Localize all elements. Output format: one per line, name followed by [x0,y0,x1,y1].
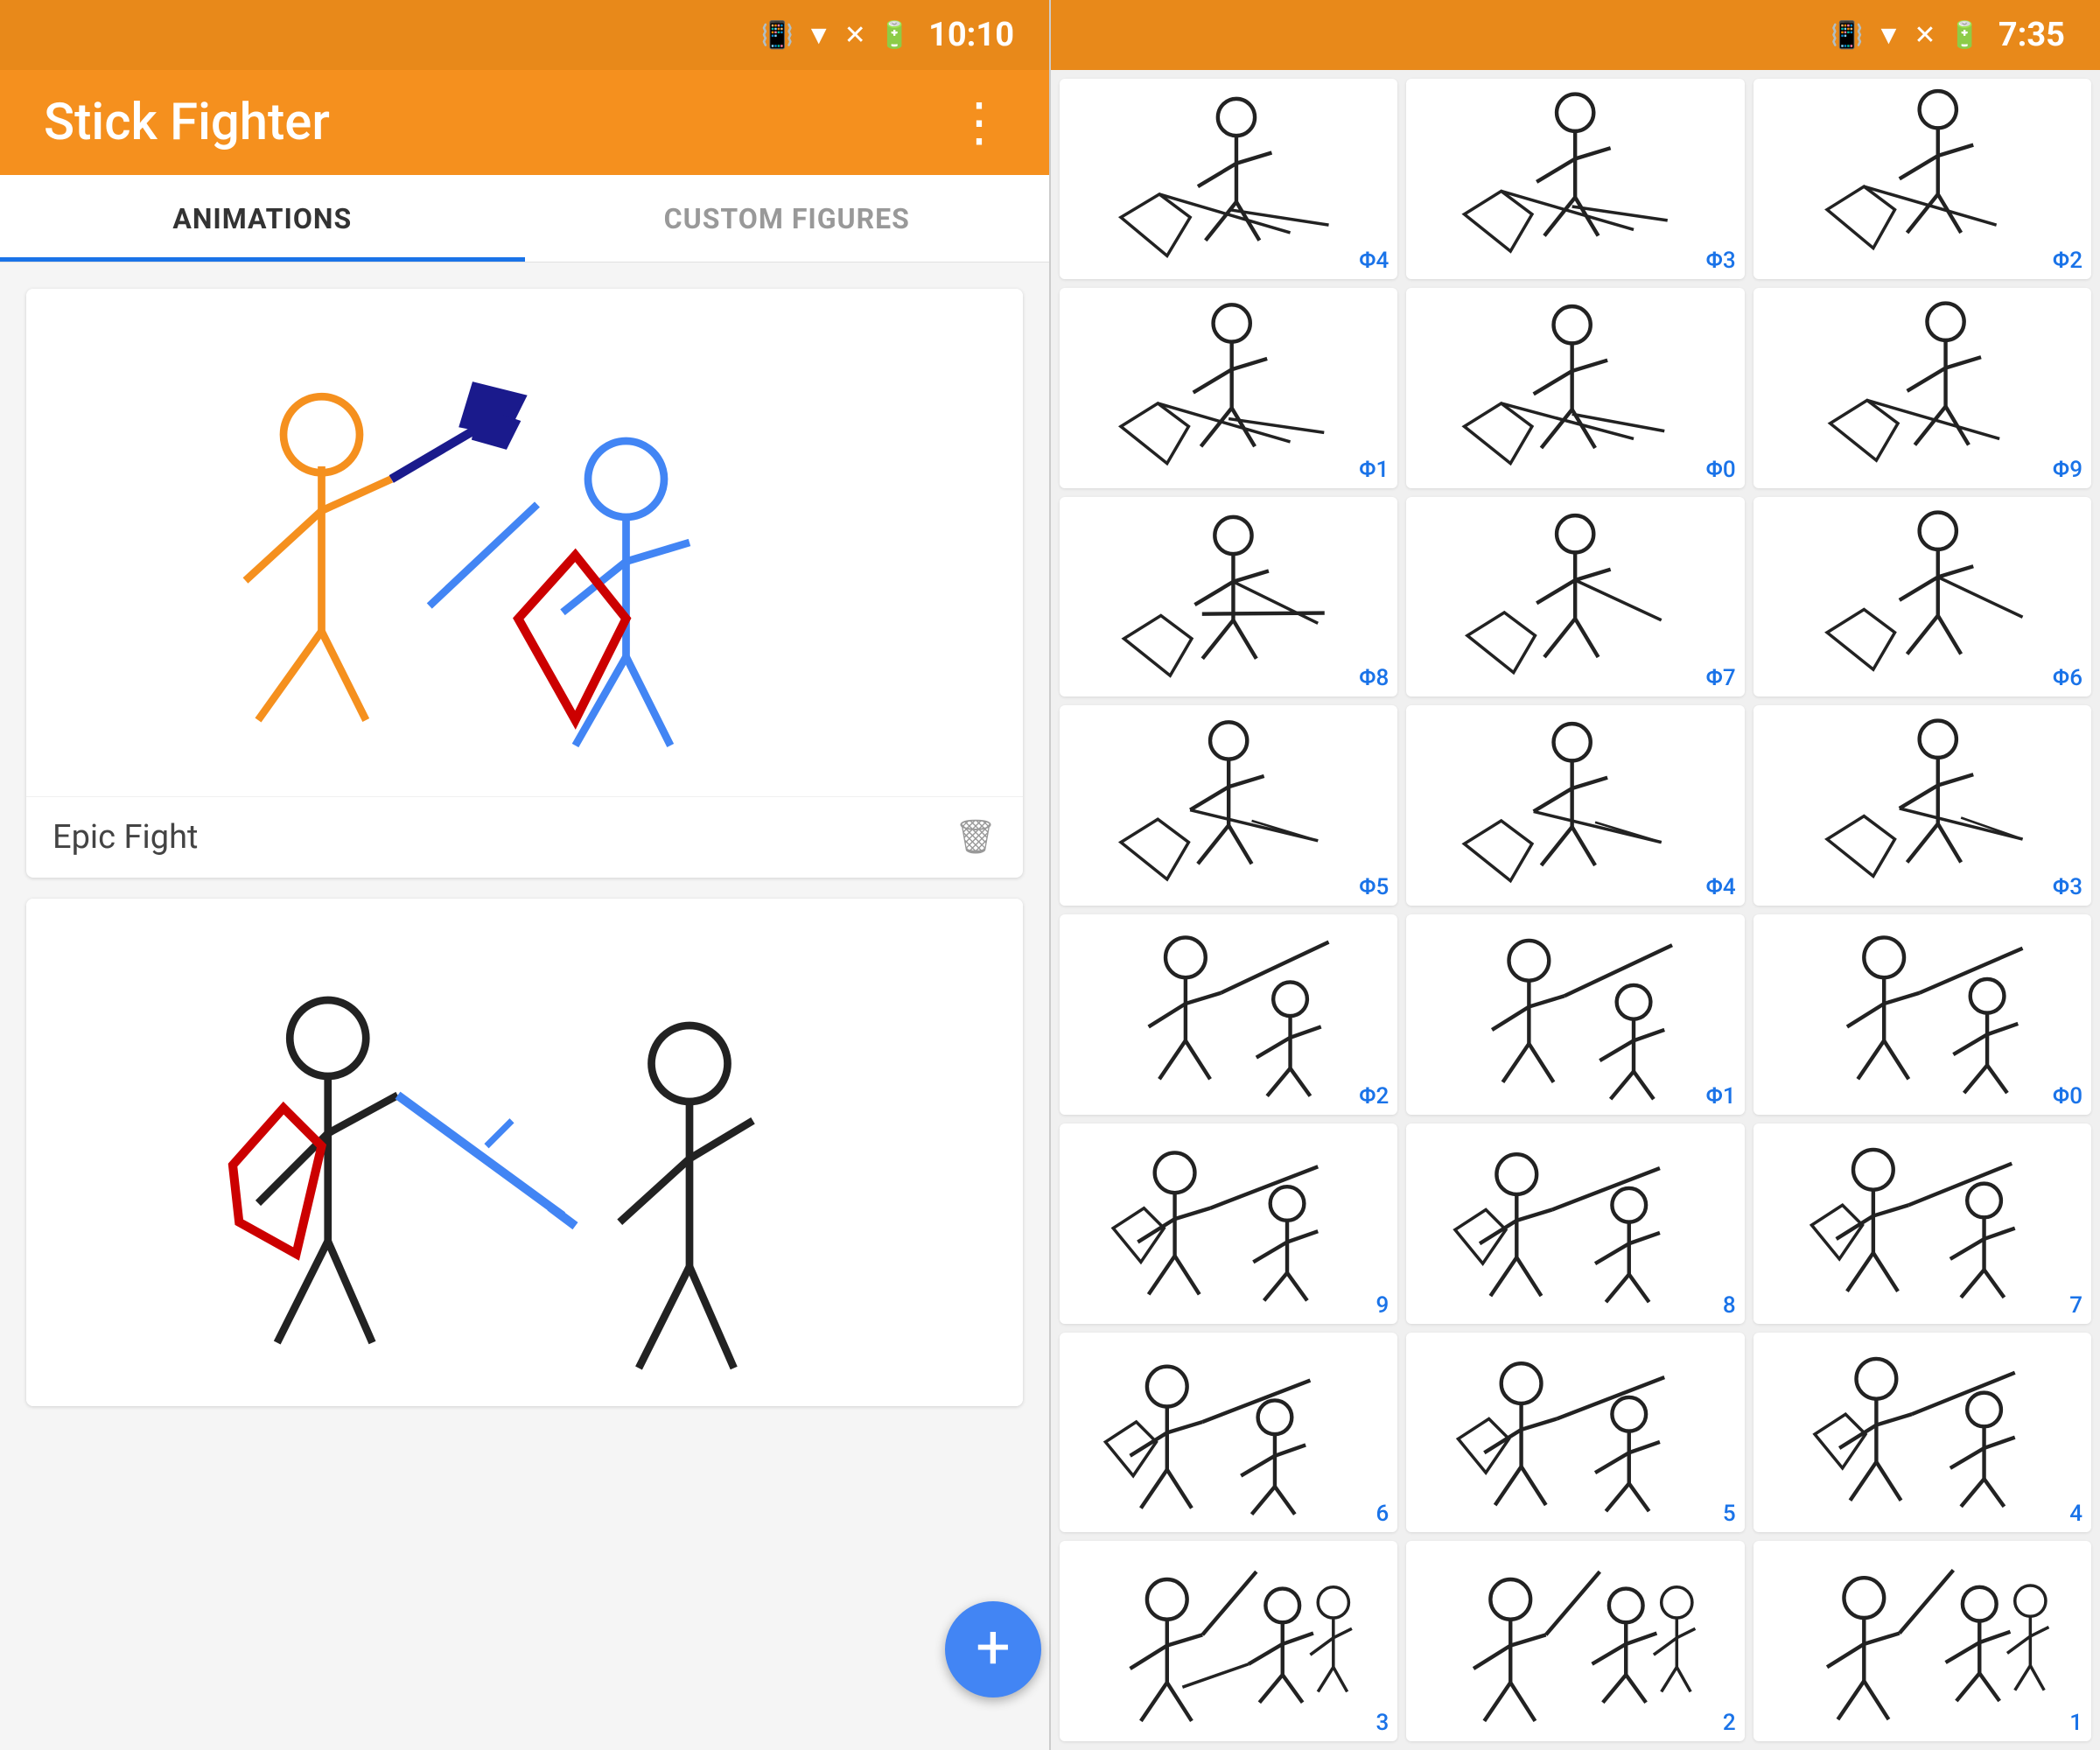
frame-5[interactable]: 5 [1406,1333,1744,1533]
frame-number-15: Φ5 [1359,874,1389,900]
frame-19[interactable]: Φ9 [1754,288,2091,488]
battery-icon: 🔋 [878,20,911,51]
left-panel: 📳 ▼ ✕ 🔋 10:10 Stick Fighter ⋮ ANIMATIONS… [0,0,1049,1750]
wifi-icon: ▼ [806,20,832,51]
menu-button[interactable]: ⋮ [953,96,1005,149]
animation-preview-1 [26,289,1023,796]
left-time: 10:10 [928,16,1014,54]
left-toolbar: Stick Fighter ⋮ [0,70,1049,175]
right-vibrate-icon: 📳 [1830,20,1863,51]
frame-number-8: 8 [1723,1292,1736,1319]
right-wifi-icon: ▼ [1876,20,1902,51]
animation-card-epic-fight[interactable]: Epic Fight 🗑 [26,289,1023,878]
frame-21[interactable]: Φ1 [1060,288,1397,488]
right-panel: 📳 ▼ ✕ 🔋 7:35 Φ4 [1051,0,2100,1750]
frame-number-9: 9 [1376,1292,1390,1319]
frame-number-3: 3 [1376,1710,1390,1736]
sword-fight-svg [26,899,1023,1406]
tab-animations[interactable]: ANIMATIONS [0,175,525,262]
animations-list: Epic Fight 🗑 [0,262,1049,1750]
frame-number-6: 6 [1376,1501,1390,1527]
frame-3[interactable]: 3 [1060,1541,1397,1741]
frame-2[interactable]: 2 [1406,1541,1744,1741]
right-time: 7:35 [1998,16,2065,54]
vibrate-icon: 📳 [761,20,794,51]
frame-15[interactable]: Φ5 [1060,705,1397,906]
frame-9[interactable]: 9 [1060,1124,1397,1324]
frame-6[interactable]: 6 [1060,1333,1397,1533]
frame-17[interactable]: Φ7 [1406,497,1744,697]
right-status-bar: 📳 ▼ ✕ 🔋 7:35 [1051,0,2100,70]
status-icons: 📳 ▼ ✕ 🔋 [761,20,912,51]
frame-number-18: Φ8 [1359,665,1389,691]
frame-16[interactable]: Φ6 [1754,497,2091,697]
frame-number-19: Φ9 [2053,457,2082,483]
frame-24[interactable]: Φ4 [1060,79,1397,279]
frame-23[interactable]: Φ3 [1406,79,1744,279]
animation-info-1: Epic Fight 🗑 [26,796,1023,878]
frame-number-10: Φ0 [2053,1083,2082,1110]
frame-4[interactable]: 4 [1754,1333,2091,1533]
frame-number-1: 1 [2069,1710,2082,1736]
frame-12[interactable]: Φ2 [1060,914,1397,1115]
right-status-icons: 📳 ▼ ✕ 🔋 [1830,20,1981,51]
frame-number-14: Φ4 [1705,874,1735,900]
frame-14[interactable]: Φ4 [1406,705,1744,906]
frame-number-20: Φ0 [1705,457,1735,483]
tab-custom-figures[interactable]: CUSTOM FIGURES [525,175,1050,262]
frames-grid: Φ4 Φ3 [1051,70,2100,1750]
frame-8[interactable]: 8 [1406,1124,1744,1324]
frame-number-21: Φ1 [1359,457,1389,483]
frame-number-17: Φ7 [1705,665,1735,691]
frame-18[interactable]: Φ8 [1060,497,1397,697]
app-title: Stick Fighter [44,93,330,152]
left-status-bar: 📳 ▼ ✕ 🔋 10:10 [0,0,1049,70]
right-signal-icon: ✕ [1914,20,1936,51]
signal-icon: ✕ [844,20,866,51]
animation-card-sword-fight[interactable] [26,899,1023,1406]
epic-fight-svg [26,289,1023,796]
right-battery-icon: 🔋 [1949,20,1981,51]
fab-add-button[interactable]: + [945,1601,1041,1698]
frame-number-23: Φ3 [1705,248,1735,274]
frame-number-4: 4 [2069,1501,2082,1527]
animation-name-1: Epic Fight [52,818,198,857]
tabs-bar: ANIMATIONS CUSTOM FIGURES [0,175,1049,262]
frame-number-12: Φ2 [1359,1083,1389,1110]
frame-1[interactable]: 1 [1754,1541,2091,1741]
frame-number-2: 2 [1723,1710,1736,1736]
frame-number-11: Φ1 [1705,1083,1735,1110]
frame-13[interactable]: Φ3 [1754,705,2091,906]
frame-number-7: 7 [2069,1292,2082,1319]
frame-20[interactable]: Φ0 [1406,288,1744,488]
frame-7[interactable]: 7 [1754,1124,2091,1324]
frame-number-13: Φ3 [2053,874,2082,900]
frame-22[interactable]: Φ2 [1754,79,2091,279]
fab-plus-icon: + [976,1617,1011,1678]
frame-number-5: 5 [1723,1501,1736,1527]
frame-10[interactable]: Φ0 [1754,914,2091,1115]
frame-number-22: Φ2 [2053,248,2082,274]
animation-preview-2 [26,899,1023,1406]
delete-button-1[interactable]: 🗑 [955,818,997,857]
frame-11[interactable]: Φ1 [1406,914,1744,1115]
frame-number-16: Φ6 [2053,665,2082,691]
frame-number-24: Φ4 [1359,248,1389,274]
